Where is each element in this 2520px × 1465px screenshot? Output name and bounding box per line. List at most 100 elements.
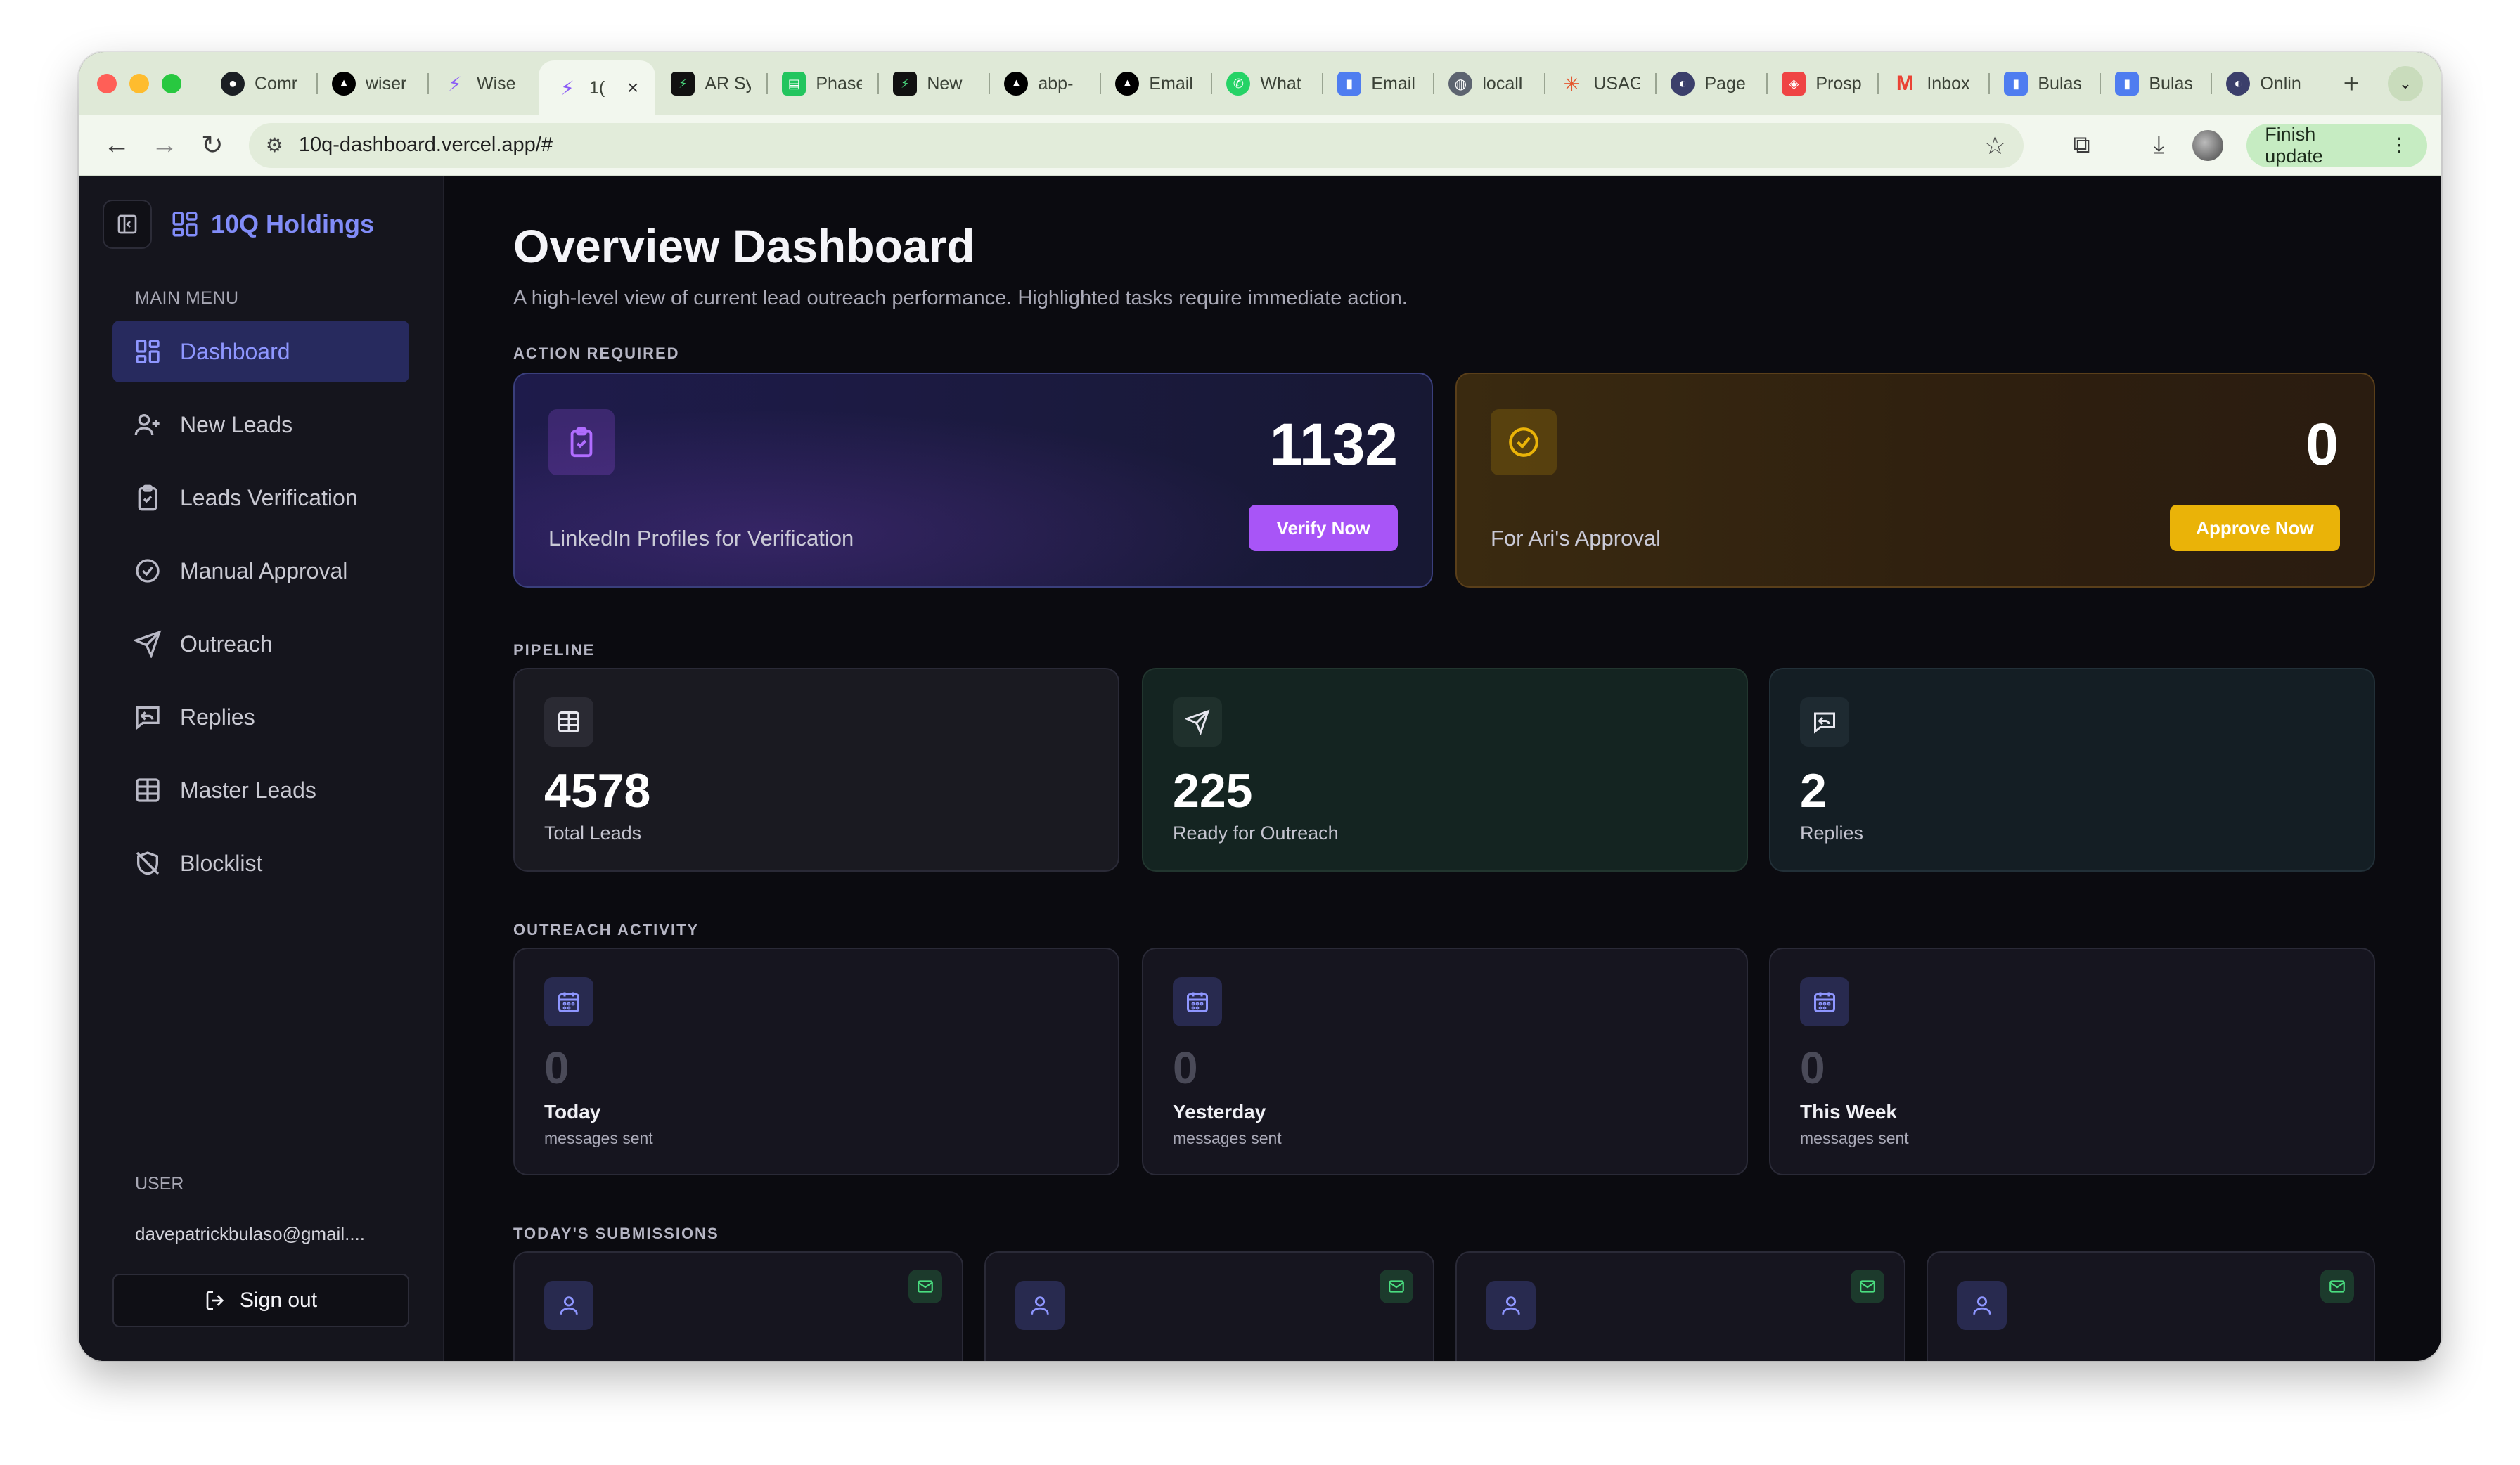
sign-out-button[interactable]: Sign out	[112, 1274, 409, 1327]
log-out-icon	[206, 1291, 224, 1310]
address-bar[interactable]: ⚙ 10q-dashboard.vercel.app/# ☆	[248, 122, 2024, 168]
page-subtitle: A high-level view of current lead outrea…	[513, 287, 1408, 309]
browser-tab[interactable]: ▮ Bulas	[2100, 52, 2211, 115]
mail-icon	[2329, 1280, 2345, 1293]
forward-button[interactable]: →	[141, 121, 188, 170]
yesterday-sublabel: messages sent	[1173, 1129, 1282, 1147]
sheet-icon: ▤	[782, 72, 806, 96]
approval-card: 0 For Ari's Approval Approve Now	[1455, 373, 2375, 588]
total-leads-value: 4578	[544, 764, 651, 818]
maximize-window-button[interactable]	[162, 74, 181, 93]
table-icon	[136, 778, 160, 802]
pipeline-card-ready-for-outreach: 225 Ready for Outreach	[1142, 668, 1748, 872]
mail-icon	[1389, 1280, 1404, 1293]
puzzle-icon: ⧉	[2073, 131, 2090, 158]
sidebar-item-dashboard[interactable]: Dashboard	[112, 321, 409, 382]
pipeline-icon-box	[544, 697, 593, 747]
finish-update-button[interactable]: Finish update ⋮	[2246, 123, 2427, 167]
browser-tab[interactable]: ✆ What	[1211, 52, 1322, 115]
submission-card[interactable]	[984, 1251, 1434, 1361]
sidebar-toggle-button[interactable]	[103, 200, 152, 249]
calendar-icon	[1187, 992, 1208, 1012]
browser-tab[interactable]: ✳ USAG	[1544, 52, 1655, 115]
approve-now-button[interactable]: Approve Now	[2170, 505, 2340, 551]
reload-button[interactable]: ↻	[188, 121, 236, 170]
profile-button[interactable]	[2183, 120, 2232, 171]
pipeline-icon-box	[1800, 697, 1849, 747]
activity-icon-box	[544, 977, 593, 1026]
doc-icon: ▮	[1337, 72, 1362, 96]
this-week-label: This Week	[1800, 1101, 1897, 1123]
message-reply-icon	[1814, 712, 1835, 734]
browser-tab[interactable]: ◈ Prosp	[1766, 52, 1877, 115]
browser-tab[interactable]: ▤ Phase	[766, 52, 878, 115]
bolt-icon: ⚡	[448, 72, 462, 95]
submission-mail-box	[1851, 1270, 1884, 1303]
more-vertical-icon: ⋮	[2390, 134, 2409, 155]
browser-tab[interactable]: ● Comr	[205, 52, 316, 115]
sidebar-item-outreach[interactable]: Outreach	[112, 613, 409, 675]
user-heading: USER	[135, 1174, 184, 1194]
sidebar-item-master-leads[interactable]: Master Leads	[112, 759, 409, 821]
submission-avatar-box	[1015, 1281, 1065, 1330]
activity-card-this-week: 0 This Week messages sent	[1769, 948, 2375, 1175]
extensions-button[interactable]: ⧉	[2057, 120, 2107, 171]
verification-count: 1132	[1269, 411, 1398, 477]
browser-toolbar: ← → ↻ ⚙ 10q-dashboard.vercel.app/# ☆ ⧉ ⤓…	[79, 115, 2441, 176]
vercel-icon: ▲	[1004, 72, 1029, 96]
gmail-icon: M	[1896, 72, 1914, 95]
browser-tab[interactable]: ◐ Page	[1655, 52, 1766, 115]
browser-tab[interactable]: ◍ locall	[1433, 52, 1544, 115]
browser-tab[interactable]: ⚡ Wise	[428, 52, 539, 115]
submission-card[interactable]	[1455, 1251, 1905, 1361]
back-button[interactable]: ←	[93, 121, 141, 170]
approval-count: 0	[2306, 411, 2339, 477]
browser-tab[interactable]: ▲ abp-	[989, 52, 1100, 115]
table-icon	[558, 711, 579, 732]
sidebar-item-label: Leads Verification	[180, 484, 358, 510]
browser-tab[interactable]: ▲ Email	[1100, 52, 1211, 115]
sidebar-item-new-leads[interactable]: New Leads	[112, 394, 409, 456]
new-tab-button[interactable]: +	[2330, 68, 2372, 100]
browser-tab[interactable]: ▮ Email	[1322, 52, 1433, 115]
sidebar-item-label: Dashboard	[180, 338, 290, 364]
downloads-button[interactable]: ⤓	[2134, 120, 2183, 171]
submission-card[interactable]	[1927, 1251, 2375, 1361]
tab-strip: ● Comr ▲ wiser ⚡ Wise ⚡ 1(× ⚡ AR Sy ▤ Phase ⚡ N…	[79, 52, 2441, 115]
calendar-icon	[558, 992, 579, 1012]
browser-tab[interactable]: M Inbox	[1877, 52, 1988, 115]
submission-mail-box	[2320, 1270, 2354, 1303]
grid-logo-icon	[172, 212, 198, 237]
bookmark-star-icon[interactable]: ☆	[1984, 131, 2006, 160]
browser-tab-active[interactable]: ⚡ 1(×	[539, 60, 656, 115]
tab-search-button[interactable]: ⌄	[2388, 66, 2423, 101]
close-tab-icon[interactable]: ×	[627, 77, 638, 99]
today-value: 0	[544, 1043, 570, 1093]
browser-tab[interactable]: ⚡ New	[878, 52, 989, 115]
yesterday-label: Yesterday	[1173, 1101, 1266, 1123]
ready-for-outreach-value: 225	[1173, 764, 1253, 818]
swirl-icon: ◐	[1671, 72, 1695, 96]
sidebar-item-manual-approval[interactable]: Manual Approval	[112, 540, 409, 602]
reload-icon: ↻	[200, 131, 224, 160]
vercel-icon: ▲	[1115, 72, 1140, 96]
clipboard-check-icon	[138, 484, 158, 511]
submission-card[interactable]	[513, 1251, 963, 1361]
browser-tab[interactable]: ◐ Onlin	[2211, 52, 2322, 115]
sidebar-item-replies[interactable]: Replies	[112, 686, 409, 748]
clipboard-check-icon	[570, 427, 593, 458]
minimize-window-button[interactable]	[129, 74, 149, 93]
close-window-button[interactable]	[97, 74, 117, 93]
ready-for-outreach-label: Ready for Outreach	[1173, 822, 1339, 844]
sidebar-item-blocklist[interactable]: Blocklist	[112, 832, 409, 894]
verify-now-button[interactable]: Verify Now	[1249, 505, 1398, 551]
browser-tab[interactable]: ⚡ AR Sy	[655, 52, 766, 115]
browser-tab[interactable]: ▲ wiser	[316, 52, 428, 115]
sidebar-item-leads-verification[interactable]: Leads Verification	[112, 467, 409, 529]
mail-icon	[918, 1280, 933, 1293]
sidebar-item-label: Replies	[180, 704, 255, 730]
site-settings-icon[interactable]: ⚙	[266, 134, 283, 157]
this-week-sublabel: messages sent	[1800, 1129, 1909, 1147]
doc-icon: ▮	[2004, 72, 2029, 96]
browser-tab[interactable]: ▮ Bulas	[1988, 52, 2100, 115]
